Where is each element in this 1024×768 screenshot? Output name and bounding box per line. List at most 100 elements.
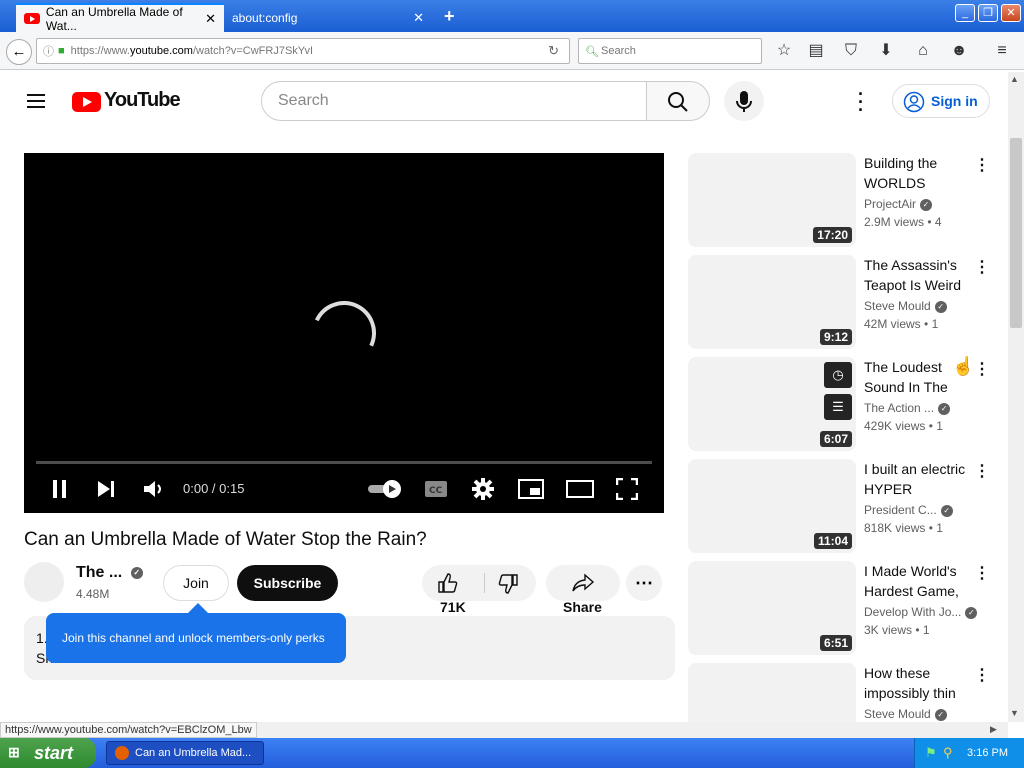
new-tab-icon[interactable]: + — [444, 6, 455, 27]
scroll-down-icon[interactable]: ▼ — [1010, 708, 1019, 718]
reload-icon[interactable]: ↻ — [548, 43, 559, 59]
search-tray-icon[interactable]: ⚲ — [943, 745, 953, 761]
recommendation-item[interactable]: 6:51 I Made World's Hardest Game, Develo… — [688, 561, 998, 655]
close-tab-icon[interactable]: ✕ — [205, 11, 216, 27]
dislike-icon[interactable] — [498, 573, 520, 595]
start-button[interactable]: ⊞ start — [0, 738, 96, 768]
more-options-icon[interactable]: ⋮ — [974, 665, 990, 685]
tab-youtube-video[interactable]: Can an Umbrella Made of Wat... ✕ — [16, 3, 224, 33]
watch-later-icon[interactable]: ◷ — [824, 362, 852, 388]
miniplayer-icon[interactable] — [518, 479, 544, 499]
bookmark-star-icon[interactable]: ☆ — [774, 42, 794, 60]
recommendation-item[interactable]: 17:20 Building the WORLDS ProjectAir ✓ 2.… — [688, 153, 998, 247]
share-button[interactable] — [546, 565, 620, 601]
recommendation-title[interactable]: How these impossibly thin — [864, 663, 968, 703]
verified-icon: ✓ — [965, 606, 978, 619]
sign-in-label: Sign in — [931, 93, 978, 109]
progress-bar[interactable] — [36, 461, 652, 464]
youtube-search-input[interactable]: Search — [261, 81, 647, 121]
more-options-icon[interactable]: ⋮ — [974, 461, 990, 481]
url-bar[interactable]: ⓘ ■ https://www. youtube.com/watch?v=CwFR… — [36, 38, 570, 64]
tab-about-config[interactable]: about:config ✕ — [224, 3, 432, 32]
recommendation-title[interactable]: I built an electric HYPER — [864, 459, 968, 499]
next-icon[interactable] — [96, 479, 116, 499]
hand-cursor-icon: ☝ — [952, 356, 975, 376]
youtube-logo-text[interactable]: YouTube — [104, 89, 181, 112]
scroll-up-icon[interactable]: ▲ — [1010, 74, 1019, 84]
url-path: /watch?v=CwFRJ7SkYvI — [192, 45, 314, 57]
fullscreen-icon[interactable] — [616, 478, 638, 500]
video-player[interactable]: 0:00 / 0:15 CC — [24, 153, 664, 513]
volume-icon[interactable] — [142, 478, 166, 500]
network-icon[interactable]: ⚑ — [925, 745, 937, 761]
more-actions-icon[interactable]: ⋯ — [626, 565, 662, 601]
channel-name[interactable]: The ... ✓ — [76, 564, 143, 582]
video-thumbnail[interactable]: 6:51 — [688, 561, 856, 655]
subscribe-button[interactable]: Subscribe — [237, 565, 338, 601]
recommendation-title[interactable]: I Made World's Hardest Game, — [864, 561, 968, 601]
verified-icon: ✓ — [920, 198, 933, 211]
join-button[interactable]: Join — [163, 565, 229, 601]
share-icon — [572, 573, 595, 592]
browser-nav-bar: ← ⓘ ■ https://www. youtube.com/watch?v=Cw… — [0, 32, 1024, 70]
share-label: Share — [563, 599, 602, 615]
captions-icon[interactable]: CC — [424, 480, 448, 498]
autoplay-toggle-icon[interactable] — [368, 479, 404, 499]
home-icon[interactable]: ⌂ — [913, 42, 933, 60]
more-options-icon[interactable]: ⋮ — [974, 257, 990, 277]
recommendation-meta: 3K views • 1 — [864, 623, 930, 637]
youtube-logo-icon[interactable] — [72, 92, 101, 112]
taskbar-window-button[interactable]: Can an Umbrella Mad... — [106, 741, 264, 765]
duration-badge: 9:12 — [819, 329, 852, 345]
duration-badge: 6:07 — [819, 431, 852, 447]
start-label: start — [34, 742, 74, 763]
channel-avatar[interactable] — [24, 562, 64, 602]
browser-tab-bar: Can an Umbrella Made of Wat... ✕ about:c… — [0, 0, 1024, 33]
verified-icon: ✓ — [934, 708, 947, 721]
reader-list-icon[interactable]: ▤ — [806, 42, 826, 60]
video-thumbnail[interactable]: 9:12 — [688, 255, 856, 349]
add-to-queue-icon[interactable]: ☰ — [824, 394, 852, 420]
browser-search-input[interactable]: 🔍︎ Search — [578, 38, 762, 64]
info-icon[interactable]: ⓘ — [43, 43, 54, 59]
more-options-icon[interactable]: ⋮ — [974, 155, 990, 175]
more-options-icon[interactable]: ⋮ — [974, 563, 990, 583]
like-icon[interactable] — [436, 572, 458, 594]
verified-icon: ✓ — [934, 300, 947, 313]
pause-icon[interactable] — [50, 479, 70, 499]
voice-search-button[interactable] — [724, 81, 764, 121]
youtube-search-button[interactable] — [646, 81, 710, 121]
settings-gear-icon[interactable] — [472, 478, 494, 500]
firefox-icon — [115, 746, 129, 760]
recommendation-item[interactable]: 11:04 I built an electric HYPER Presiden… — [688, 459, 998, 553]
hamburger-menu-icon[interactable]: ≡ — [992, 42, 1012, 60]
video-thumbnail[interactable]: 11:04 — [688, 459, 856, 553]
close-tab-icon[interactable]: ✕ — [413, 10, 424, 26]
minimize-icon[interactable]: _ — [955, 4, 975, 22]
video-title: Can an Umbrella Made of Water Stop the R… — [24, 529, 427, 550]
back-icon[interactable]: ← — [6, 39, 32, 65]
lock-icon: ■ — [58, 45, 65, 57]
video-thumbnail[interactable] — [688, 663, 856, 722]
scrollbar-thumb[interactable] — [1010, 138, 1022, 328]
youtube-favicon-icon — [24, 13, 40, 24]
pocket-icon[interactable]: ⛉ — [841, 42, 861, 60]
like-count: 71K — [440, 599, 466, 615]
window-close-icon[interactable]: ✕ — [1001, 4, 1021, 22]
recommendation-title[interactable]: Building the WORLDS — [864, 153, 968, 193]
recommendation-item[interactable]: How these impossibly thin Steve Mould ✓ ⋮ — [688, 663, 998, 722]
download-icon[interactable]: ⬇ — [876, 42, 896, 60]
recommendation-title[interactable]: The Assassin's Teapot Is Weird — [864, 255, 968, 295]
restore-icon[interactable]: ❐ — [978, 4, 998, 22]
video-thumbnail[interactable]: ◷ ☰ 6:07 — [688, 357, 856, 451]
recommendation-item[interactable]: 9:12 The Assassin's Teapot Is Weird Stev… — [688, 255, 998, 349]
vertical-scrollbar[interactable]: ▲ ▼ — [1008, 72, 1024, 722]
theater-mode-icon[interactable] — [566, 479, 594, 499]
more-options-icon[interactable]: ⋮ — [974, 359, 990, 379]
sign-in-button[interactable]: Sign in — [892, 84, 990, 118]
settings-kebab-icon[interactable]: · · · — [858, 85, 864, 119]
scroll-right-icon[interactable]: ▶ — [990, 724, 997, 735]
video-thumbnail[interactable]: 17:20 — [688, 153, 856, 247]
status-bar-url: https://www.youtube.com/watch?v=EBClzOM_… — [0, 722, 257, 738]
emoji-icon[interactable]: ☻ — [949, 42, 969, 60]
